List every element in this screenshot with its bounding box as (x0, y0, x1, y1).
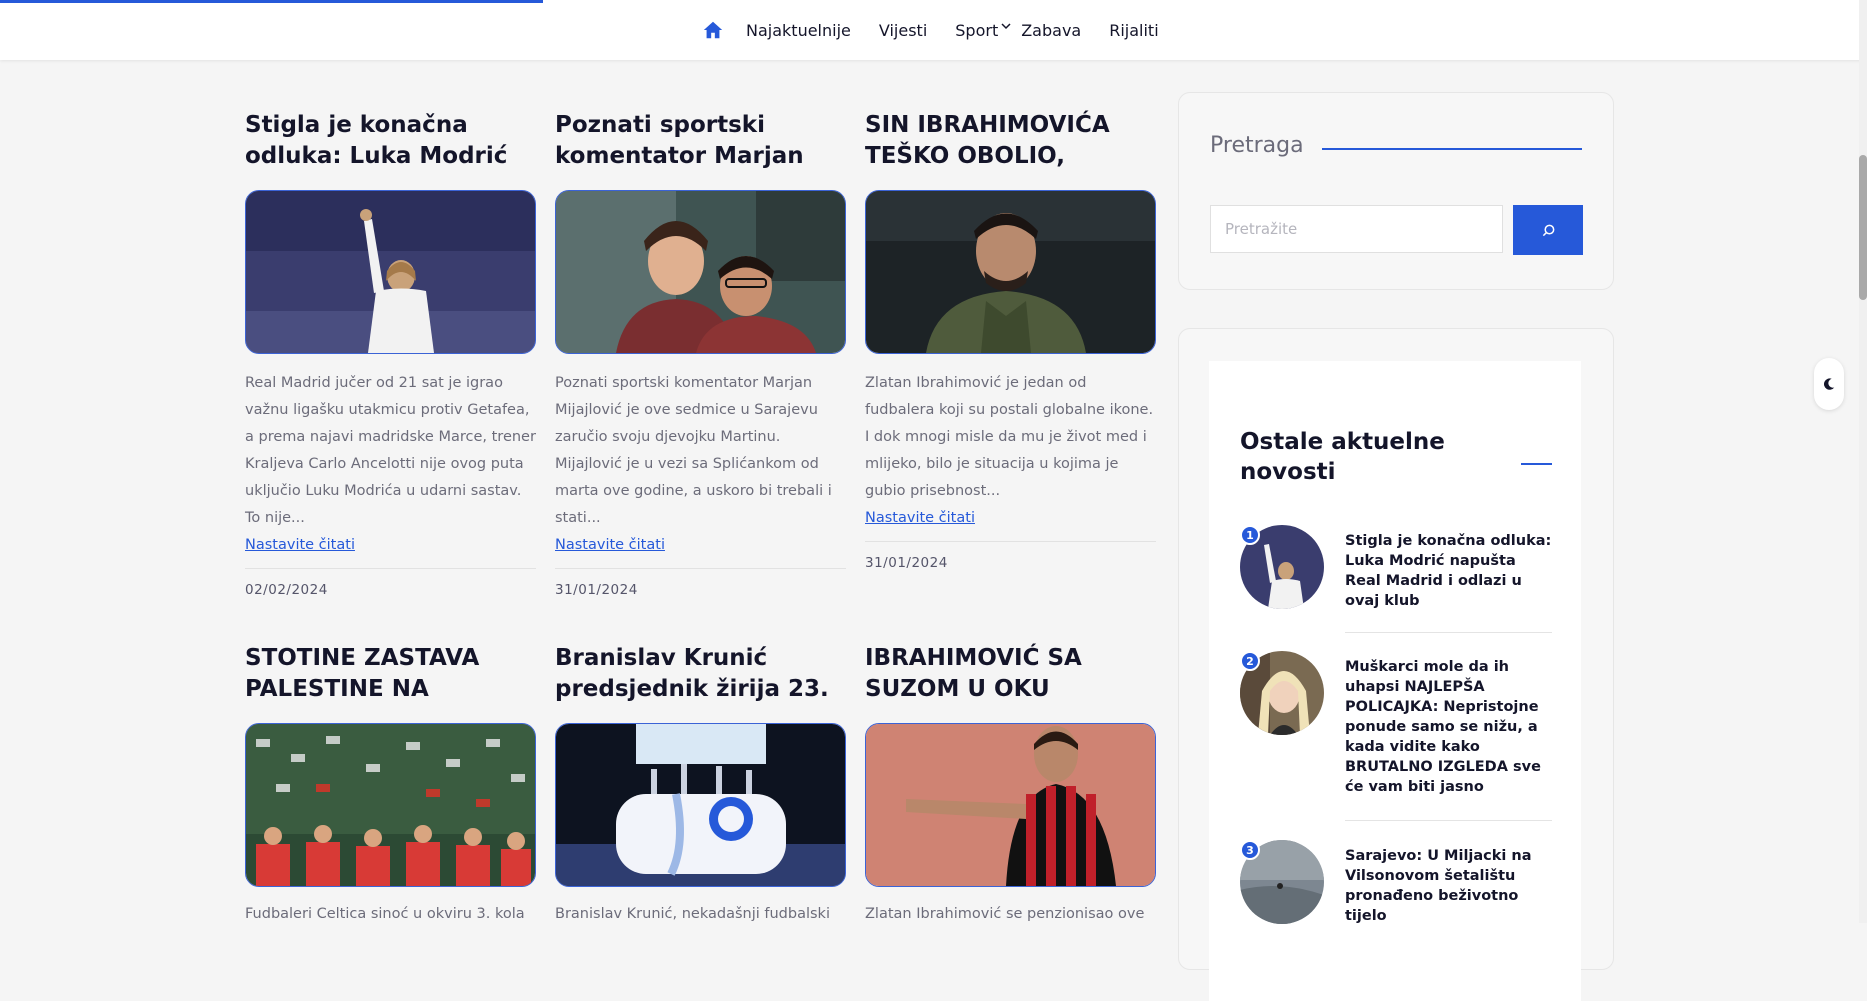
divider (555, 568, 846, 569)
article-image[interactable] (245, 723, 536, 887)
article-image[interactable] (555, 723, 846, 887)
main-nav: Najaktuelnije Vijesti Sport Zabava Rijal… (702, 0, 1187, 60)
article-excerpt: Zlatan Ibrahimović je jedan od fudbalera… (865, 370, 1156, 532)
news-item-title[interactable]: Muškarci mole da ih uhapsi NAJLEPŠA POLI… (1345, 657, 1555, 797)
read-more-link[interactable]: Nastavite čitati (555, 532, 846, 559)
title-underline (1521, 463, 1552, 465)
scrollbar-track[interactable] (1859, 0, 1867, 923)
article-title[interactable]: Stigla je konačna odluka: Luka Modrić (245, 110, 536, 172)
title-underline (1322, 148, 1582, 150)
article-card: STOTINE ZASTAVA PALESTINE NA Fudbaleri C… (245, 643, 536, 922)
divider (245, 568, 536, 569)
nav-item-rijaliti[interactable]: Rijaliti (1109, 21, 1158, 40)
nav-item-zabava[interactable]: Zabava (1021, 21, 1081, 40)
article-title[interactable]: Branislav Krunić predsjednik žirija 23. (555, 643, 846, 705)
search-button[interactable] (1513, 205, 1583, 255)
article-card: SIN IBRAHIMOVIĆA TEŠKO OBOLIO, Zlatan Ib… (865, 110, 1156, 571)
news-item-title[interactable]: Sarajevo: U Miljacki na Vilsonovom šetal… (1345, 846, 1555, 926)
article-excerpt: Branislav Krunić, nekadašnji fudbalski (555, 901, 846, 928)
article-image[interactable] (865, 723, 1156, 887)
news-item-title[interactable]: Stigla je konačna odluka: Luka Modrić na… (1345, 531, 1555, 611)
scrollbar-thumb[interactable] (1859, 155, 1867, 300)
article-card: Poznati sportski komentator Marjan Pozna… (555, 110, 846, 598)
article-excerpt-text: Fudbaleri Celtica sinoć u okviru 3. kola (245, 906, 525, 922)
rank-badge: 3 (1240, 840, 1260, 860)
moon-icon (1824, 378, 1835, 390)
search-input[interactable] (1210, 205, 1503, 253)
article-image[interactable] (245, 190, 536, 354)
article-title[interactable]: STOTINE ZASTAVA PALESTINE NA (245, 643, 536, 705)
article-title[interactable]: IBRAHIMOVIĆ SA SUZOM U OKU (865, 643, 1156, 705)
article-title[interactable]: SIN IBRAHIMOVIĆA TEŠKO OBOLIO, (865, 110, 1156, 172)
article-excerpt-text: Zlatan Ibrahimović se penzionisao ove (865, 906, 1145, 922)
nav-item-najaktuelnije[interactable]: Najaktuelnije (746, 21, 851, 40)
article-excerpt-text: Real Madrid jučer od 21 sat je igrao važ… (245, 375, 536, 526)
article-card: IBRAHIMOVIĆ SA SUZOM U OKU Zlatan Ibrahi… (865, 643, 1156, 922)
top-navigation-bar: Najaktuelnije Vijesti Sport Zabava Rijal… (0, 0, 1867, 60)
news-widget-title: Ostale aktuelne novosti (1240, 429, 1445, 485)
rank-badge: 1 (1240, 525, 1260, 545)
news-widget: Ostale aktuelne novosti 1 Stigla je kona… (1178, 328, 1614, 1001)
article-card: Branislav Krunić predsjednik žirija 23. … (555, 643, 846, 922)
article-date: 31/01/2024 (555, 582, 638, 598)
divider (1345, 632, 1552, 633)
article-image[interactable] (555, 190, 846, 354)
article-excerpt: Fudbaleri Celtica sinoć u okviru 3. kola (245, 901, 536, 928)
article-excerpt-text: Poznati sportski komentator Marjan Mijaj… (555, 375, 832, 526)
search-widget: Pretraga (1178, 92, 1614, 290)
article-image[interactable] (865, 190, 1156, 354)
article-excerpt-text: Zlatan Ibrahimović je jedan od fudbalera… (865, 375, 1154, 499)
home-icon[interactable] (702, 19, 724, 41)
search-icon (1542, 224, 1554, 236)
nav-item-sport-label: Sport (955, 20, 999, 40)
article-excerpt-text: Branislav Krunić, nekadašnji fudbalski (555, 906, 830, 922)
read-more-link[interactable]: Nastavite čitati (865, 505, 1156, 532)
nav-item-sport[interactable]: Sport (955, 21, 1011, 40)
article-date: 02/02/2024 (245, 582, 328, 598)
article-excerpt: Zlatan Ibrahimović se penzionisao ove (865, 901, 1156, 928)
rank-badge: 2 (1240, 651, 1260, 671)
reading-progress-bar (0, 0, 543, 3)
theme-toggle-button[interactable] (1814, 358, 1844, 410)
divider (865, 541, 1156, 542)
chevron-down-icon[interactable] (1001, 21, 1011, 31)
nav-item-vijesti[interactable]: Vijesti (879, 21, 927, 40)
article-date: 31/01/2024 (865, 555, 948, 571)
divider (1345, 820, 1552, 821)
news-panel: Ostale aktuelne novosti 1 Stigla je kona… (1209, 361, 1581, 1001)
article-excerpt: Real Madrid jučer od 21 sat je igrao važ… (245, 370, 536, 559)
article-card: Stigla je konačna odluka: Luka Modrić Re… (245, 110, 536, 598)
article-title[interactable]: Poznati sportski komentator Marjan (555, 110, 846, 172)
article-excerpt: Poznati sportski komentator Marjan Mijaj… (555, 370, 846, 559)
search-widget-title: Pretraga (1210, 133, 1304, 158)
read-more-link[interactable]: Nastavite čitati (245, 532, 536, 559)
